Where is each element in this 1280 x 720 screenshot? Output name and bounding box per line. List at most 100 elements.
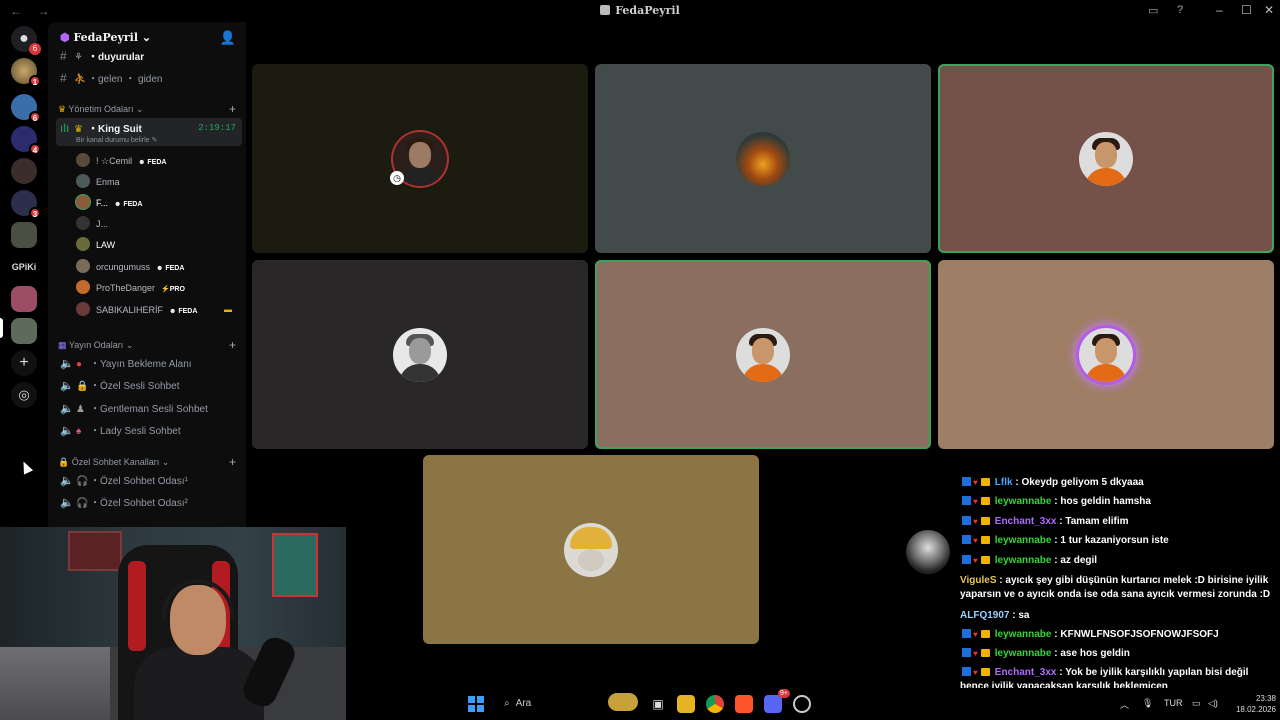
invite-people-icon[interactable]: 👤 [220,30,236,46]
channel-label: ・Özel Sohbet Odası² [90,498,188,509]
chat-username[interactable]: leywannabe [995,648,1052,659]
server-avatar[interactable] [11,222,37,248]
chat-username[interactable]: leywannabe [995,629,1052,640]
chrome-icon[interactable] [706,695,724,713]
prime-badge-icon [962,516,971,525]
volume-icon[interactable]: ◁) [1208,698,1218,709]
server-avatar[interactable]: 1 [11,58,41,87]
weather-widget-icon[interactable] [608,693,638,711]
category-yonetim[interactable]: ♛ Yönetim Odaları ⌄ + [58,101,242,117]
channel-ozel-sesli[interactable]: 🔈 🔒 ・Özel Sesli Sohbet [56,376,242,396]
server-avatar[interactable]: 3 [11,190,41,219]
chat-username[interactable]: leywannabe [995,555,1052,566]
channel-ozel-sohbet-1[interactable]: 🔈 🎧 ・Özel Sohbet Odası¹ [56,471,242,491]
avatar-face [409,337,431,364]
streamer-avatar [906,530,950,574]
server-avatar[interactable]: 6 [11,94,41,123]
chat-badges: ♥ [962,476,990,490]
avatar-shirt [399,363,441,382]
lock-icon: 🔒 [76,381,89,392]
search-label: Ara [515,698,532,709]
avatar [76,237,90,251]
avatar-face [1095,141,1117,168]
chat-username[interactable]: Enchant_3xx [995,667,1057,678]
chat-username[interactable]: leywannabe [995,535,1052,546]
category-ozel-sohbet[interactable]: 🔒 Özel Sohbet Kanalları ⌄ + [58,454,242,470]
voice-member[interactable]: J... [76,215,236,233]
server-avatar-active[interactable] [11,318,37,344]
avatar-shirt [399,167,441,186]
channel-king-suit[interactable]: ılı ♛ ・King Suit Bir kanal durumu belirle … [56,118,242,146]
discord-taskbar-icon[interactable]: 9+ [764,689,790,713]
chat-username[interactable]: leywannabe [995,496,1052,507]
app-icon[interactable] [793,695,811,713]
channel-gelen-giden[interactable]: # ⛹ ・gelen ・ giden [56,68,242,88]
server-name[interactable]: ⬢ FedaPeyril ⌄ [60,31,151,44]
heart-badge-icon: ♥ [973,556,978,565]
avatar [76,216,90,230]
taskbar-clock[interactable]: 23:38 18.02.2026 [1226,693,1276,715]
channel-gentleman[interactable]: 🔈 ♟ ・Gentleman Sesli Sohbet [56,399,242,419]
prime-badge-icon [962,477,971,486]
voice-member[interactable]: SABIKALIHERİF ☻ FEDA ▬ [76,301,236,319]
minimize-button[interactable]: – [1216,3,1223,17]
network-icon[interactable]: ▭ [1192,698,1201,709]
chat-text: : sa [1012,610,1030,621]
voice-tile[interactable] [938,260,1274,449]
avatar-shirt [1085,363,1127,382]
mic-icon[interactable]: 🎙 [1142,698,1153,709]
voice-member[interactable]: Enma [76,173,236,191]
server-gpiki[interactable]: GPiKi [4,262,44,272]
inbox-icon[interactable]: ▭ [1148,4,1158,17]
chat-username[interactable]: VigulеS [960,575,997,586]
badge: 6 [29,111,41,123]
title-bar: ← → FedaPeyril ▭ ? – ☐ ✕ [0,0,1280,22]
brave-icon[interactable] [735,695,753,713]
speaker-icon: 🔈 [60,475,74,487]
category-yayin[interactable]: ▦ Yayın Odaları ⌄ + [58,337,242,353]
channel-label: ・Özel Sesli Sohbet [90,381,180,392]
add-server-icon[interactable]: + [11,350,37,376]
speaker-icon: 🔈 [60,425,74,437]
channel-status[interactable]: Bir kanal durumu belirle ✎ [76,131,157,151]
channel-ozel-sohbet-2[interactable]: 🔈 🎧 ・Özel Sohbet Odası² [56,493,242,513]
create-channel-icon[interactable]: + [229,101,236,117]
voice-member[interactable]: orcungumuss ☻ FEDA [76,258,236,276]
create-channel-icon[interactable]: + [229,454,236,470]
discord-home-icon[interactable]: ● 6 [11,26,41,55]
voice-member[interactable]: F... ☻ FEDA [76,194,236,212]
voice-tile[interactable] [595,64,931,253]
server-avatar[interactable] [11,286,37,312]
task-view-icon[interactable]: ▣ [649,695,667,713]
server-avatar[interactable] [11,158,37,184]
voice-member[interactable]: ! ☆Cemil ☻ FEDA [76,152,236,170]
channel-yayin-bekleme[interactable]: 🔈 ● ・Yayın Bekleme Alanı [56,354,242,374]
window-title-text: FedaPeyril [615,4,680,17]
chat-username[interactable]: Lflk [995,477,1013,488]
channel-lady[interactable]: 🔈 ♠ ・Lady Sesli Sohbet [56,421,242,441]
chat-username[interactable]: ALFQ1907 [960,610,1009,621]
chair-stripe [128,561,146,651]
sub-badge-icon [981,649,990,657]
voice-tile[interactable] [252,260,588,449]
file-explorer-icon[interactable] [677,695,695,713]
channel-duyurular[interactable]: # ⚘ ・duyurular [56,46,242,66]
close-button[interactable]: ✕ [1264,3,1274,17]
windows-start-icon[interactable] [468,696,484,712]
channel-emoji: ⛹ [74,74,87,85]
chat-username[interactable]: Enchant_3xx [995,516,1057,527]
help-icon[interactable]: ? [1177,4,1183,16]
voice-member[interactable]: ProTheDanger ⚡PRO [76,279,236,297]
maximize-button[interactable]: ☐ [1241,3,1252,17]
voice-tile-speaking[interactable] [595,260,931,449]
server-avatar[interactable]: 4 [11,126,41,155]
discover-icon[interactable]: ◎ [11,382,37,408]
voice-tile[interactable]: ◷ [252,64,588,253]
channel-label: ・gelen ・ giden [88,74,163,85]
voice-tile[interactable] [423,455,759,644]
language-indicator[interactable]: TUR [1164,698,1183,708]
voice-member[interactable]: LAW [76,236,236,254]
voice-tile-speaking[interactable] [938,64,1274,253]
create-channel-icon[interactable]: + [229,337,236,353]
tray-chevron-icon[interactable]: ︿ [1120,698,1129,711]
